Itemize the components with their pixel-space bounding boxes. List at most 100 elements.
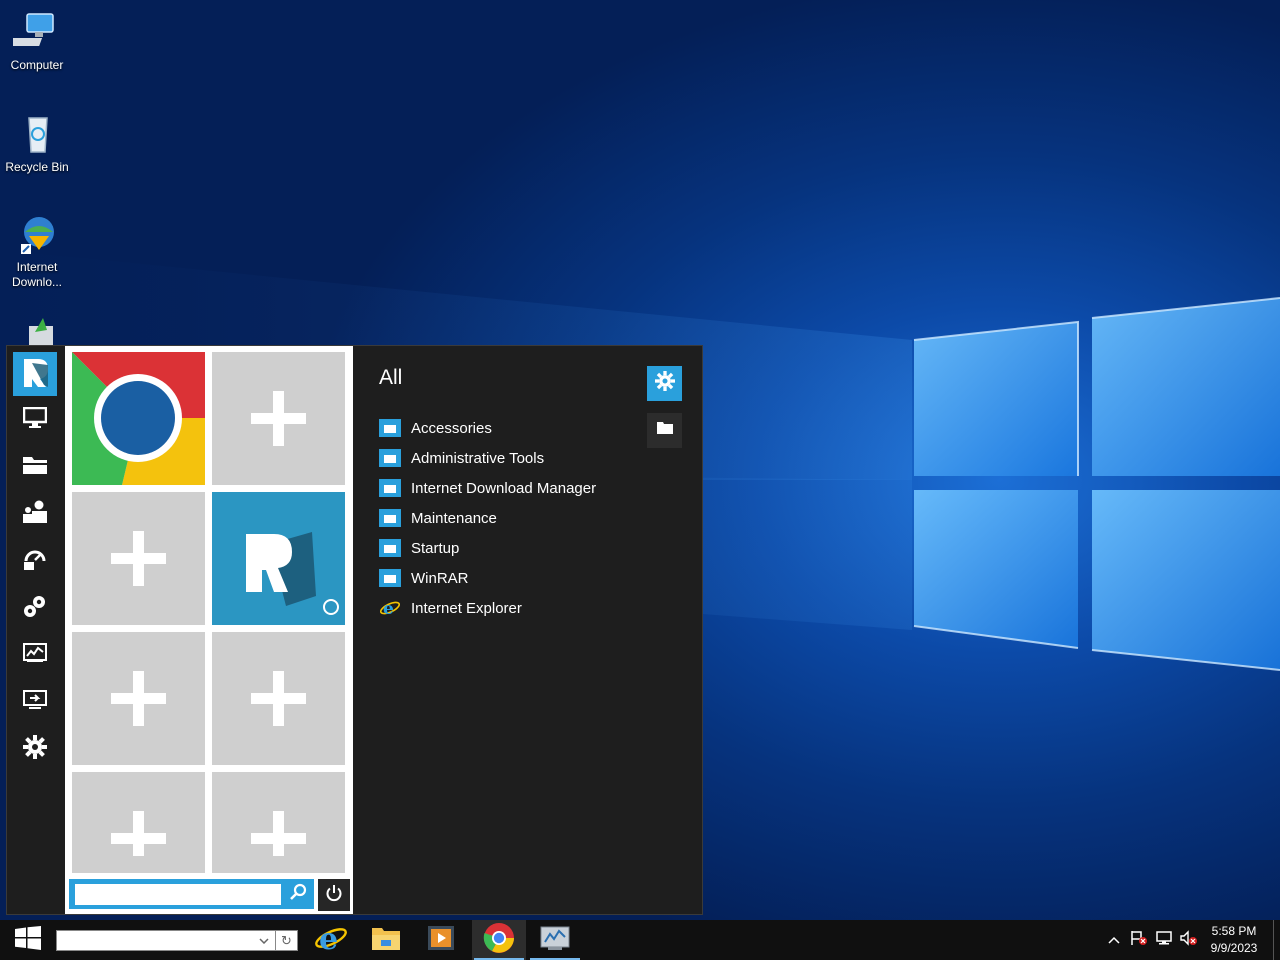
- tile-add[interactable]: [212, 772, 345, 873]
- rail-performance[interactable]: [13, 633, 57, 677]
- rail-app-logo[interactable]: [13, 352, 57, 396]
- address-refresh-button[interactable]: ↻: [276, 930, 298, 951]
- tiles-panel: [65, 346, 353, 914]
- programs-title: All: [379, 366, 403, 389]
- taskbar: ↻ e 5:58 PM 9/9/2023: [0, 920, 1280, 960]
- folder-icon: [379, 508, 401, 528]
- tray-overflow-chevron[interactable]: [1105, 931, 1123, 949]
- desktop-icon-internet-download-manager[interactable]: Internet Downlo...: [0, 210, 74, 290]
- desktop-icon-label: Recycle Bin: [5, 160, 69, 174]
- internet-explorer-icon: e: [314, 922, 348, 959]
- program-item-label: Administrative Tools: [411, 449, 545, 467]
- tile-app-logo[interactable]: [212, 492, 345, 625]
- chrome-icon: [72, 352, 205, 485]
- taskbar-internet-explorer[interactable]: e: [308, 920, 354, 960]
- desktop-icon-label: Computer: [10, 58, 64, 72]
- clock-date: 9/9/2023: [1210, 941, 1258, 955]
- search-button[interactable]: [285, 882, 311, 906]
- monitor-icon: [22, 406, 48, 434]
- chevron-up-icon: [1108, 931, 1120, 949]
- program-item-winrar[interactable]: WinRAR: [379, 565, 469, 591]
- file-explorer-icon: [371, 925, 401, 956]
- start-menu: All Accessories Administrative Tools Int…: [6, 345, 703, 915]
- program-item-label: Internet Explorer: [411, 599, 522, 617]
- program-item-startup[interactable]: Startup: [379, 535, 459, 561]
- start-menu-rail: [7, 346, 65, 914]
- search-box: [69, 879, 314, 909]
- tile-add[interactable]: [72, 492, 205, 625]
- recycle-bin-icon: [13, 110, 61, 158]
- folder-icon: [379, 448, 401, 468]
- program-item-label: Accessories: [411, 419, 492, 437]
- taskbar-chrome[interactable]: [472, 920, 526, 960]
- folder-icon: [379, 568, 401, 588]
- desktop-icon-recycle-bin[interactable]: Recycle Bin: [0, 110, 74, 175]
- search-input[interactable]: [75, 884, 281, 905]
- power-button[interactable]: [318, 879, 350, 911]
- start-button[interactable]: [8, 920, 48, 960]
- folder-icon: [379, 478, 401, 498]
- gear-icon: [654, 371, 675, 396]
- address-toolbar-input[interactable]: [56, 930, 276, 951]
- remote-desktop-icon: [23, 689, 47, 715]
- program-item-maintenance[interactable]: Maintenance: [379, 505, 497, 531]
- chevron-down-icon[interactable]: [257, 933, 271, 948]
- program-item-internet-download-manager[interactable]: Internet Download Manager: [379, 475, 596, 501]
- taskbar-media-player[interactable]: [418, 920, 464, 960]
- rail-monitor[interactable]: [13, 398, 57, 442]
- folder-icon: [22, 455, 48, 480]
- rail-settings-gears[interactable]: [13, 586, 57, 630]
- refresh-icon: ↻: [281, 932, 292, 948]
- taskbar-server-manager[interactable]: [528, 920, 582, 960]
- desktop-icon-computer[interactable]: Computer: [0, 8, 74, 73]
- svg-text:e: e: [319, 922, 338, 954]
- flag-alert-icon: [1130, 930, 1148, 951]
- program-item-accessories[interactable]: Accessories: [379, 415, 492, 441]
- programs-panel: All Accessories Administrative Tools Int…: [353, 346, 702, 914]
- app-logo-icon: [18, 355, 52, 394]
- rail-folder[interactable]: [13, 445, 57, 489]
- rail-users[interactable]: [13, 492, 57, 536]
- programs-settings-button[interactable]: [647, 366, 682, 401]
- desktop-icon-label: Internet Downlo...: [11, 260, 63, 289]
- rail-control-panel[interactable]: [13, 539, 57, 583]
- computer-icon: [9, 8, 61, 56]
- program-item-label: Internet Download Manager: [411, 479, 597, 497]
- users-icon: [22, 500, 48, 529]
- programs-folder-button[interactable]: [647, 413, 682, 448]
- app-logo-icon: [212, 532, 345, 625]
- program-item-label: Maintenance: [411, 509, 497, 527]
- program-item-label: WinRAR: [411, 569, 469, 587]
- taskbar-file-explorer[interactable]: [363, 920, 409, 960]
- folder-icon: [379, 418, 401, 438]
- media-player-icon: [427, 925, 455, 956]
- tile-add[interactable]: [212, 352, 345, 485]
- taskbar-clock[interactable]: 5:58 PM 9/9/2023: [1200, 923, 1268, 957]
- control-panel-icon: [22, 547, 48, 576]
- clock-time: 5:58 PM: [1211, 924, 1257, 938]
- search-icon: [289, 883, 307, 906]
- rail-gear[interactable]: [13, 727, 57, 771]
- tile-add[interactable]: [72, 632, 205, 765]
- tray-volume[interactable]: [1180, 929, 1198, 951]
- program-item-label: Startup: [411, 539, 460, 557]
- server-manager-icon: [539, 924, 571, 957]
- chrome-icon: [483, 922, 515, 959]
- windows-logo-icon: [15, 925, 41, 955]
- tray-action-center[interactable]: [1130, 930, 1148, 951]
- program-item-administrative-tools[interactable]: Administrative Tools: [379, 445, 544, 471]
- network-icon: [1155, 930, 1173, 951]
- rail-remote-desktop[interactable]: [13, 680, 57, 724]
- tile-chrome[interactable]: [72, 352, 205, 485]
- svg-text:e: e: [383, 599, 394, 618]
- show-desktop-button[interactable]: [1273, 920, 1280, 960]
- performance-chart-icon: [23, 642, 47, 668]
- settings-gears-icon: [22, 594, 48, 623]
- volume-muted-icon: [1180, 929, 1198, 951]
- tile-add[interactable]: [212, 632, 345, 765]
- tray-network[interactable]: [1155, 930, 1173, 951]
- program-item-internet-explorer[interactable]: e Internet Explorer: [379, 595, 522, 621]
- folder-icon: [656, 421, 674, 440]
- tile-add[interactable]: [72, 772, 205, 873]
- internet-explorer-icon: e: [379, 598, 401, 619]
